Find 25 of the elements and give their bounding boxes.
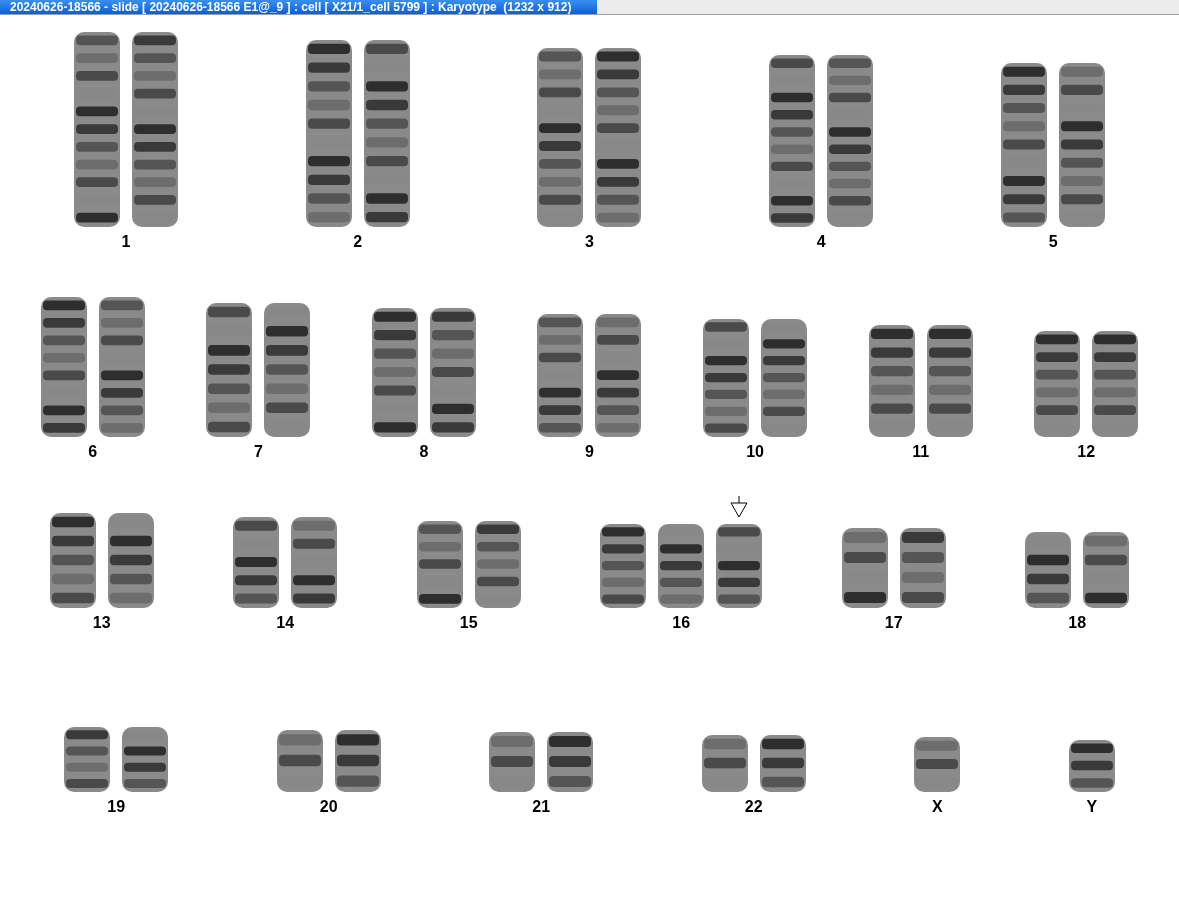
chromosome-number: 9 <box>585 443 594 461</box>
chromosome-number: X <box>931 798 943 816</box>
chromosome-number: 6 <box>88 443 98 461</box>
chromosome-number: 4 <box>816 233 826 251</box>
chromosome-number: 8 <box>419 443 429 461</box>
chromosome-number: 13 <box>92 614 111 632</box>
chromosome-number: 5 <box>1048 233 1058 251</box>
chromosome-number: 7 <box>253 443 263 461</box>
window-title: 20240626-18566 - slide [ 20240626-18566 E1@_9 ] : cell [ X21/1_cell 5799 ] : Karyotype (1232 x 912) <box>0 0 597 14</box>
chromosome-number: 1 <box>121 233 131 251</box>
chromosome-number: 15 <box>459 614 478 632</box>
chromosome-number: 19 <box>107 798 126 816</box>
chromosome-number: 11 <box>912 443 930 461</box>
chromosome-number: Y <box>1086 798 1098 816</box>
chromosome-number: 2 <box>353 233 363 251</box>
chromosome-number: 17 <box>884 614 903 632</box>
chromosome-number: 12 <box>1077 443 1096 461</box>
chromosome-number: 20 <box>319 798 338 816</box>
chromosome-number: 3 <box>585 233 594 251</box>
chromosome-number: 18 <box>1068 614 1087 632</box>
chromosome-number: 10 <box>746 443 764 461</box>
chromosome-number: 22 <box>744 798 763 816</box>
chromosome-number: 16 <box>672 614 691 632</box>
chromosome-number: 21 <box>532 798 551 816</box>
chromosome-number: 14 <box>276 614 295 632</box>
